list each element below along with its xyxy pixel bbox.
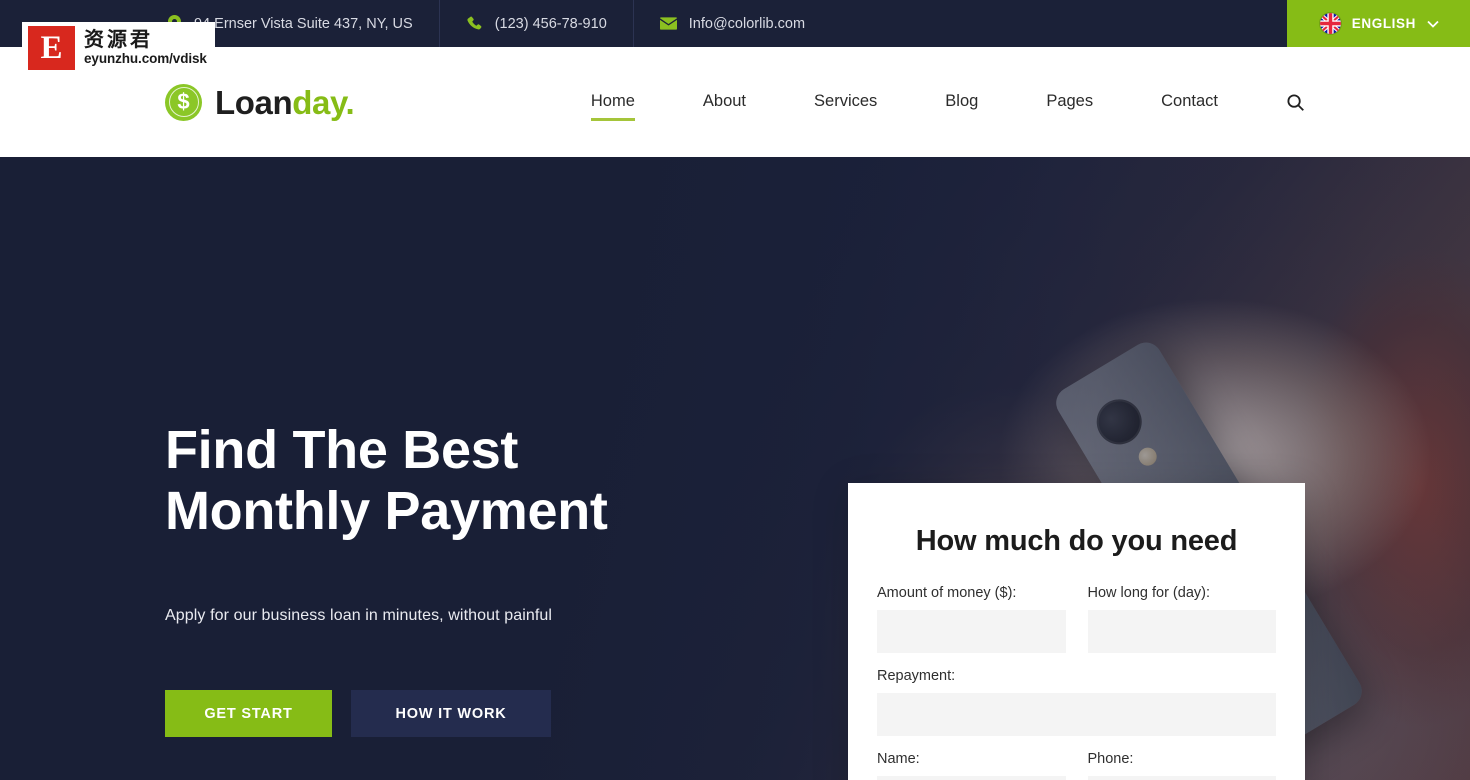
field-repayment-label: Repayment: <box>877 668 956 684</box>
field-name-label: Name: <box>877 751 920 767</box>
hero-title: Find The Best Monthly Payment <box>165 420 608 542</box>
nav-item-pages[interactable]: Pages <box>1046 80 1093 125</box>
topbar-phone-text: (123) 456-78-910 <box>494 15 607 32</box>
top-bar: 94 Ernser Vista Suite 437, NY, US (123) … <box>0 0 1470 47</box>
nav-item-about[interactable]: About <box>703 80 746 125</box>
chevron-down-icon <box>1427 20 1439 28</box>
form-row-repayment: Repayment: <box>877 668 1276 736</box>
logo-text-primary: Loan <box>215 83 293 121</box>
nav-item-blog[interactable]: Blog <box>945 80 978 125</box>
amount-input[interactable] <box>877 610 1066 653</box>
field-amount: Amount of money ($): <box>877 585 1066 653</box>
phone-icon <box>466 15 484 33</box>
loan-calculator-form: How much do you need Amount of money ($)… <box>848 483 1305 780</box>
site-header: $ Loanday. Home About Services Blog Page… <box>0 47 1470 157</box>
topbar-email[interactable]: Info@colorlib.com <box>660 0 827 47</box>
nav-item-home[interactable]: Home <box>590 80 635 125</box>
nav-item-contact[interactable]: Contact <box>1161 80 1218 125</box>
field-duration: How long for (day): <box>1087 585 1276 653</box>
field-name: Name: <box>877 751 1066 780</box>
field-amount-label: Amount of money ($): <box>877 585 1017 601</box>
map-marker-icon <box>165 15 183 33</box>
topbar-address: 94 Ernser Vista Suite 437, NY, US <box>165 0 440 47</box>
language-label: ENGLISH <box>1351 16 1416 31</box>
field-phone: Phone: <box>1087 751 1276 780</box>
envelope-icon <box>660 15 678 33</box>
uk-flag-icon <box>1319 13 1341 34</box>
logo-text: Loanday. <box>215 83 355 121</box>
phone-input[interactable] <box>1087 776 1276 780</box>
how-it-work-button[interactable]: HOW IT WORK <box>351 690 551 737</box>
hero-title-line1: Find The Best <box>165 420 519 480</box>
main-navigation: Home About Services Blog Pages Contact <box>590 80 1305 125</box>
topbar-phone[interactable]: (123) 456-78-910 <box>466 0 634 47</box>
logo[interactable]: $ Loanday. <box>165 83 355 121</box>
hero-button-group: GET START HOW IT WORK <box>165 690 551 737</box>
nav-item-services[interactable]: Services <box>814 80 877 125</box>
hero-title-line2: Monthly Payment <box>165 481 608 541</box>
topbar-address-text: 94 Ernser Vista Suite 437, NY, US <box>194 15 413 32</box>
field-repayment: Repayment: <box>877 668 1276 736</box>
duration-input[interactable] <box>1087 610 1276 653</box>
form-title: How much do you need <box>915 525 1238 557</box>
topbar-email-text: Info@colorlib.com <box>688 15 806 32</box>
search-icon[interactable] <box>1286 93 1305 112</box>
form-row-name-phone: Name: Phone: <box>877 751 1276 780</box>
field-phone-label: Phone: <box>1087 751 1134 767</box>
top-bar-contact-group: 94 Ernser Vista Suite 437, NY, US (123) … <box>0 0 1287 47</box>
form-row-amount-duration: Amount of money ($): How long for (day): <box>877 585 1276 653</box>
get-start-button[interactable]: GET START <box>165 690 332 737</box>
logo-text-accent: day. <box>292 83 355 121</box>
language-selector[interactable]: ENGLISH <box>1286 0 1470 47</box>
hero-subtitle: Apply for our business loan in minutes, … <box>165 607 553 624</box>
dollar-coin-icon: $ <box>165 83 202 121</box>
name-input[interactable] <box>877 776 1066 780</box>
field-duration-label: How long for (day): <box>1087 585 1211 601</box>
dollar-symbol: $ <box>177 89 190 114</box>
repayment-input[interactable] <box>877 693 1276 736</box>
hero-section: Find The Best Monthly Payment Apply for … <box>0 157 1470 780</box>
